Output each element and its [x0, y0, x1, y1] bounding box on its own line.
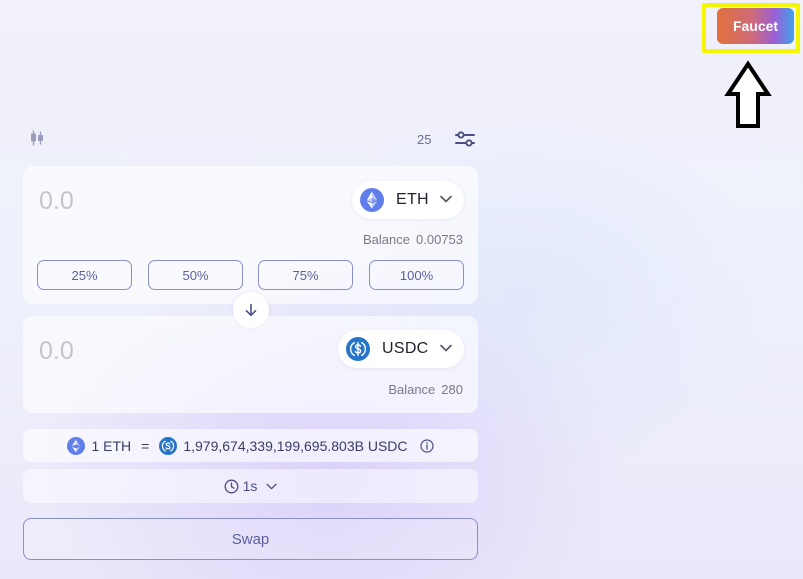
- info-icon[interactable]: [419, 438, 434, 453]
- from-token-symbol: ETH: [396, 191, 429, 208]
- up-arrow-icon: [724, 60, 772, 128]
- from-balance-label: Balance: [363, 232, 410, 247]
- arrow-down-icon: [245, 303, 257, 317]
- from-panel: ETH Balance 0.00753 25% 50% 75% 100%: [23, 166, 478, 304]
- slippage-value[interactable]: 25: [417, 132, 431, 147]
- rate-equals: =: [141, 437, 150, 454]
- refresh-interval-select[interactable]: 1s: [23, 469, 478, 503]
- to-balance: Balance 280: [388, 382, 463, 397]
- chevron-down-icon: [266, 483, 277, 489]
- from-amount-input[interactable]: [39, 184, 239, 218]
- percent-25-button[interactable]: 25%: [37, 260, 132, 290]
- rate-to-amount: 1,979,674,339,199,695.803B USDC: [183, 437, 408, 454]
- usdc-icon: [346, 337, 370, 361]
- candlestick-chart-icon[interactable]: [30, 130, 44, 146]
- eth-icon: [360, 188, 384, 212]
- clock-icon: [224, 479, 239, 493]
- to-balance-label: Balance: [388, 382, 436, 397]
- percent-100-button[interactable]: 100%: [369, 260, 464, 290]
- refresh-interval-value: 1s: [242, 478, 258, 494]
- to-token-symbol: USDC: [382, 340, 429, 357]
- swap-button[interactable]: Swap: [23, 518, 478, 560]
- percent-50-button[interactable]: 50%: [148, 260, 243, 290]
- sliders-icon[interactable]: [455, 131, 475, 147]
- eth-icon: [67, 436, 86, 455]
- to-token-select[interactable]: USDC: [338, 330, 464, 368]
- chevron-down-icon: [440, 195, 452, 203]
- percent-75-button[interactable]: 75%: [258, 260, 353, 290]
- rate-from-amount: 1 ETH: [91, 437, 132, 454]
- exchange-rate: 1 ETH = 1,979,674,339,199,695.803B USDC: [23, 429, 478, 462]
- faucet-button[interactable]: Faucet: [717, 8, 794, 44]
- to-balance-value: 280: [441, 382, 463, 397]
- chevron-down-icon: [440, 344, 452, 352]
- from-balance: Balance 0.00753: [363, 232, 463, 247]
- from-token-select[interactable]: ETH: [352, 181, 464, 219]
- from-balance-value: 0.00753: [416, 232, 463, 247]
- usdc-icon: [159, 436, 178, 455]
- to-amount-input[interactable]: [39, 334, 239, 368]
- to-panel: USDC Balance 280: [23, 316, 478, 413]
